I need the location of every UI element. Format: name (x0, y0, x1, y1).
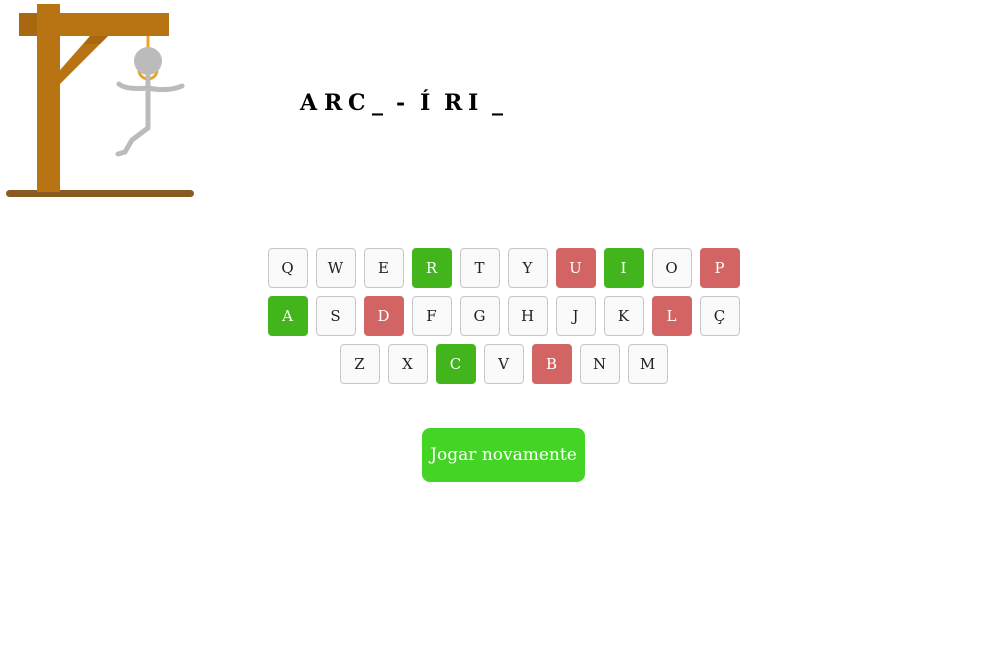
key-t[interactable]: T (459, 248, 500, 288)
gallows-brace-shadow (84, 36, 108, 44)
key-c-cedilla[interactable]: Ç (699, 296, 740, 336)
word-letter: _ (372, 90, 383, 116)
key-c[interactable]: C (435, 344, 476, 384)
hangman-figure (115, 73, 185, 157)
word-letter: C (348, 90, 366, 116)
letter-keyboard: Q W E R T Y U I O P A S D F G H J K L Ç … (0, 248, 1007, 392)
key-b[interactable]: B (531, 344, 572, 384)
key-l[interactable]: L (651, 296, 692, 336)
key-m[interactable]: M (627, 344, 668, 384)
key-x[interactable]: X (387, 344, 428, 384)
word-letter: Í (420, 90, 431, 116)
key-g[interactable]: G (459, 296, 500, 336)
key-h[interactable]: H (507, 296, 548, 336)
gallows-beam (19, 13, 169, 36)
key-s[interactable]: S (315, 296, 356, 336)
keyboard-row-1: Q W E R T Y U I O P (0, 248, 1007, 288)
key-d[interactable]: D (363, 296, 404, 336)
key-y[interactable]: Y (507, 248, 548, 288)
key-z[interactable]: Z (339, 344, 380, 384)
key-f[interactable]: F (411, 296, 452, 336)
word-letter: _ (492, 90, 503, 116)
key-u[interactable]: U (555, 248, 596, 288)
key-j[interactable]: J (555, 296, 596, 336)
key-a[interactable]: A (267, 296, 308, 336)
game-stage: A R C _ - Í R I _ Q W E R T Y U I O P A … (0, 0, 1007, 667)
key-q[interactable]: Q (267, 248, 308, 288)
word-letter: - (396, 90, 406, 116)
word-letter: I (468, 90, 479, 116)
key-n[interactable]: N (579, 344, 620, 384)
word-display: A R C _ - Í R I _ (300, 86, 516, 120)
figure-leg (115, 125, 151, 157)
key-v[interactable]: V (483, 344, 524, 384)
play-again-button[interactable]: Jogar novamente (422, 428, 585, 482)
key-i[interactable]: I (603, 248, 644, 288)
gallows-brace (60, 36, 108, 84)
word-letter: R (324, 90, 343, 116)
keyboard-row-2: A S D F G H J K L Ç (0, 296, 1007, 336)
keyboard-row-3: Z X C V B N M (0, 344, 1007, 384)
key-e[interactable]: E (363, 248, 404, 288)
key-r[interactable]: R (411, 248, 452, 288)
gallows-icon (6, 4, 194, 197)
word-letter: A (300, 90, 318, 116)
key-w[interactable]: W (315, 248, 356, 288)
key-k[interactable]: K (603, 296, 644, 336)
gallows-beam-shadow (19, 13, 37, 36)
key-p[interactable]: P (699, 248, 740, 288)
figure-head (134, 47, 162, 75)
word-letter: R (444, 90, 463, 116)
key-o[interactable]: O (651, 248, 692, 288)
gallows-base (6, 190, 194, 197)
